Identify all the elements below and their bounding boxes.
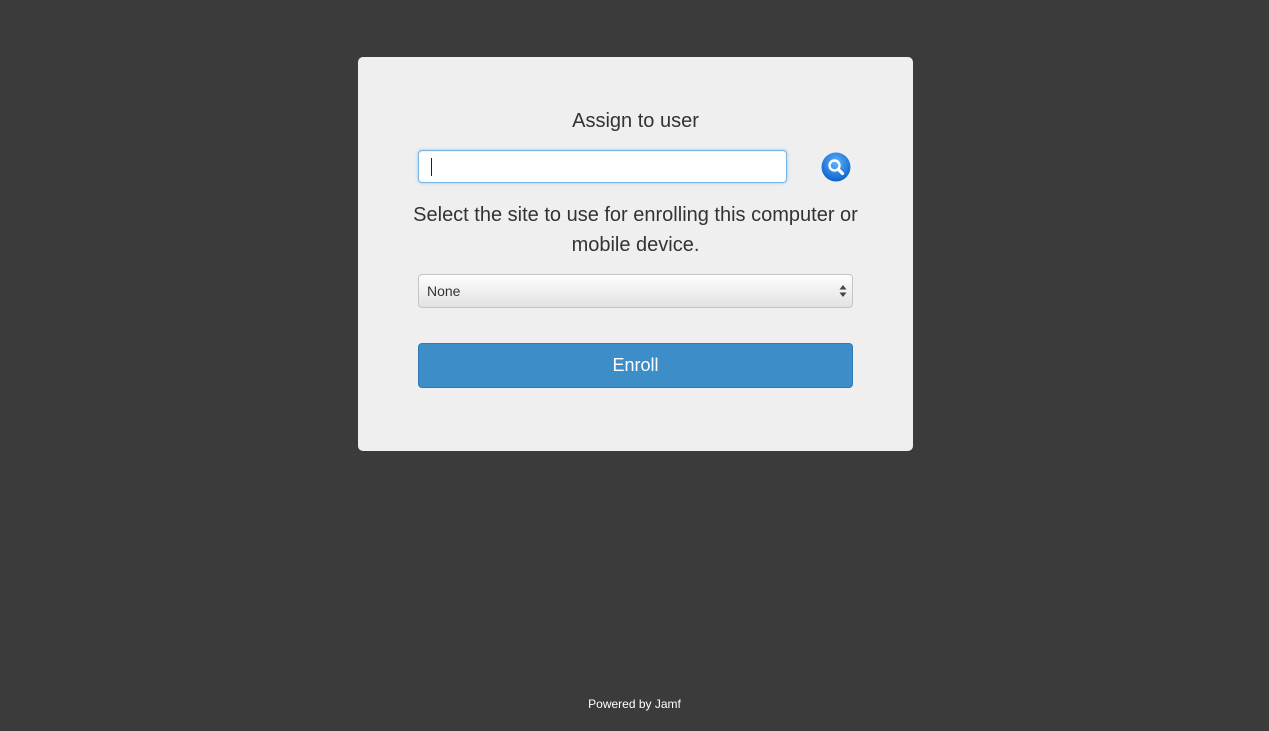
enrollment-card: Assign to user Select the site to use fo… (358, 57, 913, 451)
magnifier-icon (821, 152, 851, 182)
site-select-value: None (427, 283, 461, 299)
search-button[interactable] (821, 152, 851, 182)
enroll-button[interactable]: Enroll (418, 343, 853, 388)
page-title: Assign to user (572, 110, 699, 132)
powered-by-footer: Powered by Jamf (588, 697, 681, 711)
site-select[interactable]: None (418, 274, 853, 308)
user-search-input[interactable] (418, 150, 787, 183)
text-caret (431, 158, 432, 176)
up-down-arrows-icon (839, 285, 847, 297)
site-description: Select the site to use for enrolling thi… (413, 204, 858, 256)
